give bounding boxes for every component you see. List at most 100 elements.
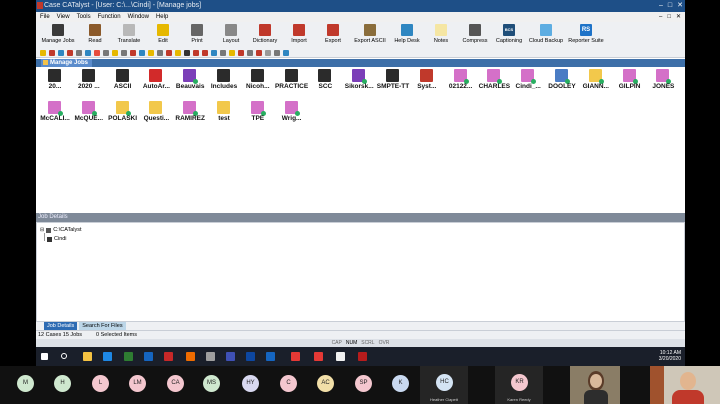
quick-tool-icon[interactable]	[265, 49, 271, 56]
participant-avatar[interactable]: C	[280, 375, 297, 392]
quick-tool-icon[interactable]	[184, 49, 190, 56]
participant-avatar[interactable]: AC	[317, 375, 334, 392]
taskbar-app-icon[interactable]	[164, 352, 173, 361]
quick-tool-icon[interactable]	[130, 49, 136, 56]
job-item[interactable]: Nicoh...	[241, 67, 275, 91]
taskbar-app-icon[interactable]	[266, 352, 275, 361]
job-item[interactable]: 02122...	[444, 67, 478, 91]
toolbar-button-manage-jobs[interactable]: Manage Jobs	[38, 22, 78, 48]
job-item[interactable]: PRACTICE	[275, 67, 309, 91]
participant-avatar[interactable]: L	[92, 375, 109, 392]
job-item[interactable]: RAMIREZ	[173, 99, 207, 123]
quick-tool-icon[interactable]	[274, 49, 280, 56]
quick-tool-icon[interactable]	[220, 49, 226, 56]
job-item[interactable]: Questi...	[139, 99, 173, 123]
quick-tool-icon[interactable]	[148, 49, 154, 56]
taskbar-app-icon[interactable]	[226, 352, 235, 361]
participant-avatar[interactable]: H	[54, 375, 71, 392]
participant-avatar[interactable]: CA	[167, 375, 184, 392]
job-item[interactable]: Wrig...	[275, 99, 309, 123]
quick-tool-icon[interactable]	[85, 49, 91, 56]
menu-function[interactable]: Function	[98, 12, 121, 22]
close-button[interactable]: ✕	[677, 0, 683, 12]
job-item[interactable]: test	[207, 99, 241, 123]
taskbar-app-icon[interactable]	[291, 352, 300, 361]
taskbar-app-icon[interactable]	[358, 352, 367, 361]
taskbar-app-icon[interactable]	[103, 352, 112, 361]
job-item[interactable]: DOOLEY	[545, 67, 579, 91]
start-icon[interactable]	[41, 353, 48, 360]
quick-tool-icon[interactable]	[157, 49, 163, 56]
menu-tools[interactable]: Tools	[77, 12, 91, 22]
job-item[interactable]: Sikorsk...	[342, 67, 376, 91]
job-item[interactable]: McCALI...	[38, 99, 72, 123]
toolbar-button-layout[interactable]: Layout	[214, 22, 248, 48]
mdi-close-button[interactable]: ✕	[676, 12, 681, 22]
quick-tool-icon[interactable]	[175, 49, 181, 56]
quick-tool-icon[interactable]	[283, 49, 289, 56]
quick-tool-icon[interactable]	[112, 49, 118, 56]
participant-avatar[interactable]: LM	[129, 375, 146, 392]
toolbar-button-edit[interactable]: Edit	[146, 22, 180, 48]
participant-avatar[interactable]: HY	[242, 375, 259, 392]
job-item[interactable]: CHARLES	[477, 67, 511, 91]
toolbar-button-captioning[interactable]: BCS Captioning	[492, 22, 526, 48]
job-item[interactable]: Syst...	[410, 67, 444, 91]
quick-tool-icon[interactable]	[58, 49, 64, 56]
tree-item-root[interactable]: ⊟ C:\CATalyst	[40, 227, 82, 233]
quick-tool-icon[interactable]	[76, 49, 82, 56]
participant-video-1[interactable]	[570, 366, 620, 404]
job-item[interactable]: SCC	[308, 67, 342, 91]
job-item[interactable]: 20...	[38, 67, 72, 91]
toolbar-button-reporter-suite[interactable]: RS Reporter Suite	[566, 22, 606, 48]
participant-tile[interactable]: HC Heather Clapett	[420, 366, 468, 404]
job-item[interactable]: GIANN...	[579, 67, 613, 91]
job-item[interactable]: JONES	[646, 67, 680, 91]
quick-tool-icon[interactable]	[49, 49, 55, 56]
quick-tool-icon[interactable]	[166, 49, 172, 56]
quick-tool-icon[interactable]	[247, 49, 253, 56]
job-item[interactable]: Beauvais	[173, 67, 207, 91]
job-item[interactable]: Cindi_...	[511, 67, 545, 91]
taskbar-app-icon[interactable]	[336, 352, 345, 361]
participant-avatar[interactable]: K	[392, 375, 409, 392]
search-icon[interactable]	[61, 353, 67, 359]
taskbar-app-icon[interactable]	[144, 352, 153, 361]
job-item[interactable]: TPE	[241, 99, 275, 123]
taskbar-app-icon[interactable]	[206, 352, 215, 361]
toolbar-button-translate[interactable]: Translate	[112, 22, 146, 48]
participant-avatar[interactable]: M	[17, 375, 34, 392]
toolbar-button-export-ascii[interactable]: Export ASCII	[350, 22, 390, 48]
job-item[interactable]: SMPTE-TT	[376, 67, 410, 91]
quick-tool-icon[interactable]	[103, 49, 109, 56]
job-item[interactable]: Includes	[207, 67, 241, 91]
mdi-minimize-button[interactable]: –	[659, 12, 662, 22]
job-item[interactable]: POLASKI	[106, 99, 140, 123]
minimize-button[interactable]: –	[659, 0, 663, 12]
job-item[interactable]: McQUE...	[72, 99, 106, 123]
toolbar-button-cloud-backup[interactable]: Cloud Backup	[526, 22, 566, 48]
toolbar-button-dictionary[interactable]: Dictionary	[248, 22, 282, 48]
job-item[interactable]: GILPIN	[613, 67, 647, 91]
taskbar-app-icon[interactable]	[83, 352, 92, 361]
menu-window[interactable]: Window	[128, 12, 149, 22]
toolbar-button-compress[interactable]: Compress	[458, 22, 492, 48]
taskbar-app-icon[interactable]	[246, 352, 255, 361]
participant-avatar[interactable]: MS	[203, 375, 220, 392]
quick-tool-icon[interactable]	[193, 49, 199, 56]
quick-tool-icon[interactable]	[40, 49, 46, 56]
maximize-button[interactable]: □	[668, 0, 672, 12]
job-item[interactable]: ASCII	[106, 67, 140, 91]
toolbar-button-help-desk[interactable]: Help Desk	[390, 22, 424, 48]
quick-tool-icon[interactable]	[211, 49, 217, 56]
job-item[interactable]: 2020 ...	[72, 67, 106, 91]
menu-file[interactable]: File	[40, 12, 50, 22]
menu-view[interactable]: View	[57, 12, 70, 22]
taskbar-app-icon[interactable]	[124, 352, 133, 361]
tree-item-cindi[interactable]: Cindi	[47, 236, 67, 242]
quick-tool-icon[interactable]	[229, 49, 235, 56]
participant-tile[interactable]: KR Karen Reedy	[495, 366, 543, 404]
participant-avatar[interactable]: SP	[355, 375, 372, 392]
toolbar-button-import[interactable]: Import	[282, 22, 316, 48]
job-item[interactable]: AutoAr...	[139, 67, 173, 91]
